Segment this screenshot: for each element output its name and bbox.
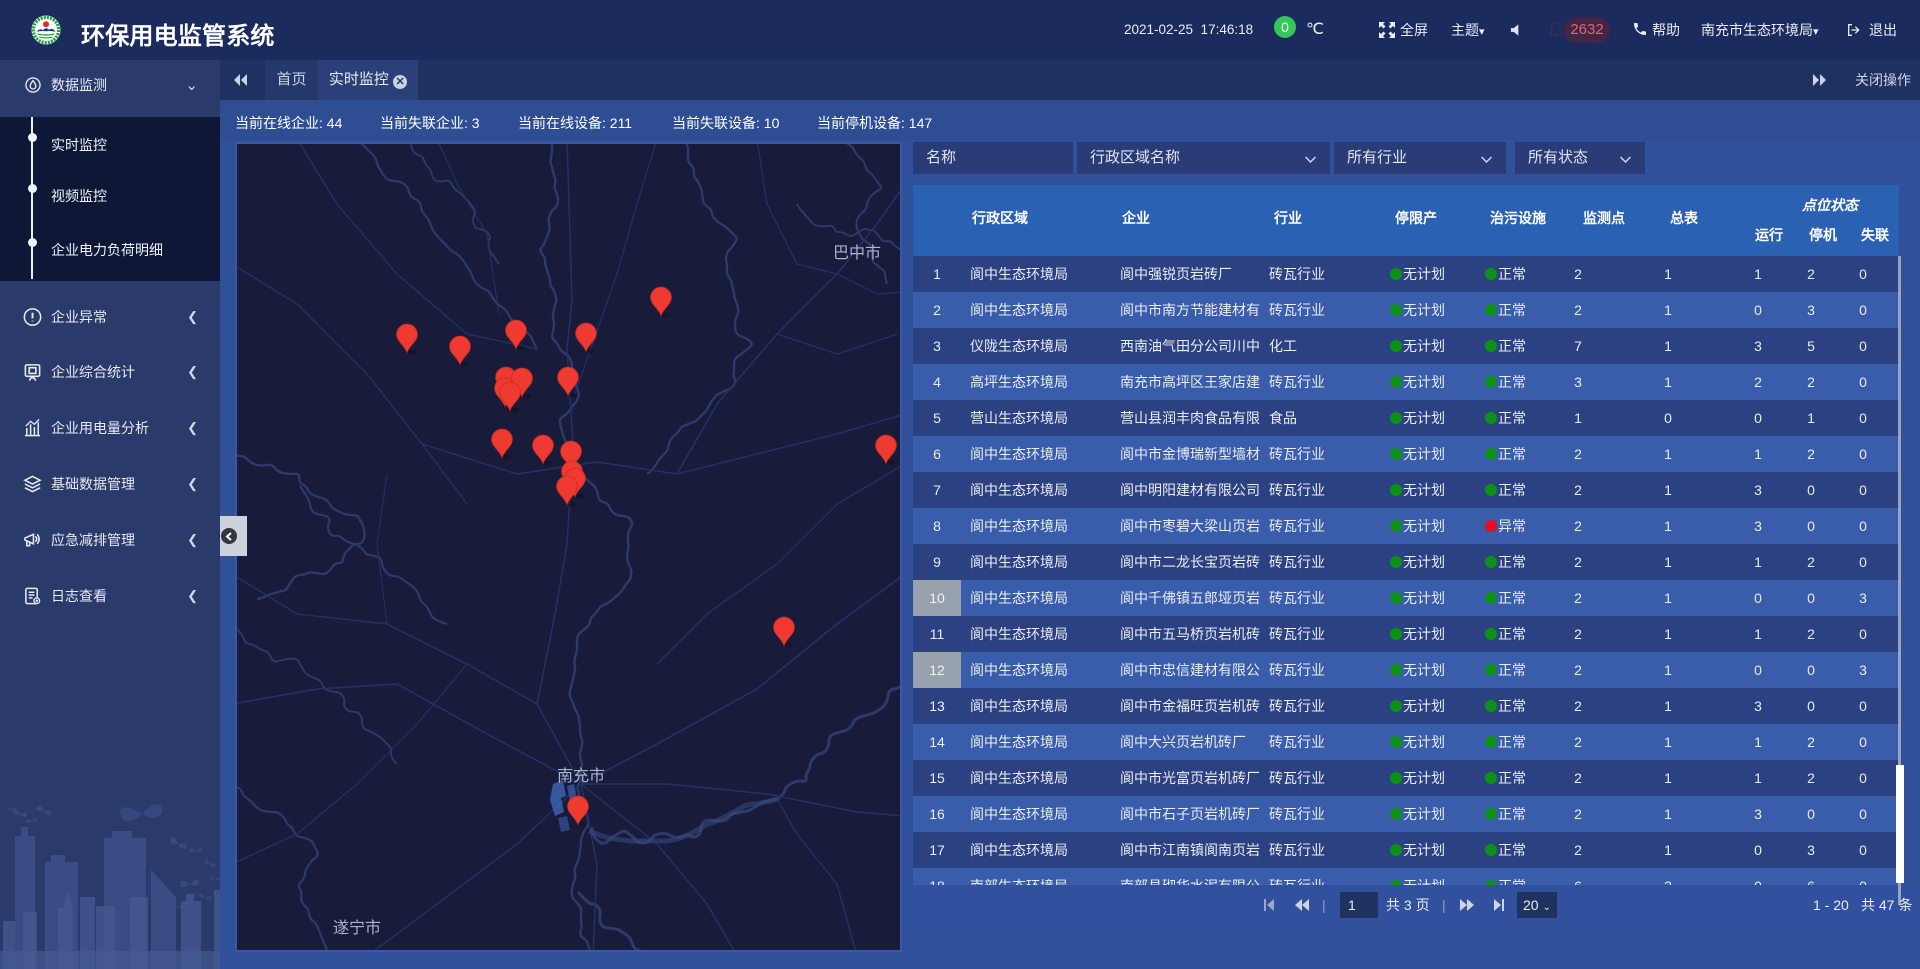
svg-text:遂宁市: 遂宁市 [333, 919, 381, 937]
svg-text:巴中市: 巴中市 [833, 244, 881, 262]
svg-text:南充市: 南充市 [557, 767, 605, 785]
